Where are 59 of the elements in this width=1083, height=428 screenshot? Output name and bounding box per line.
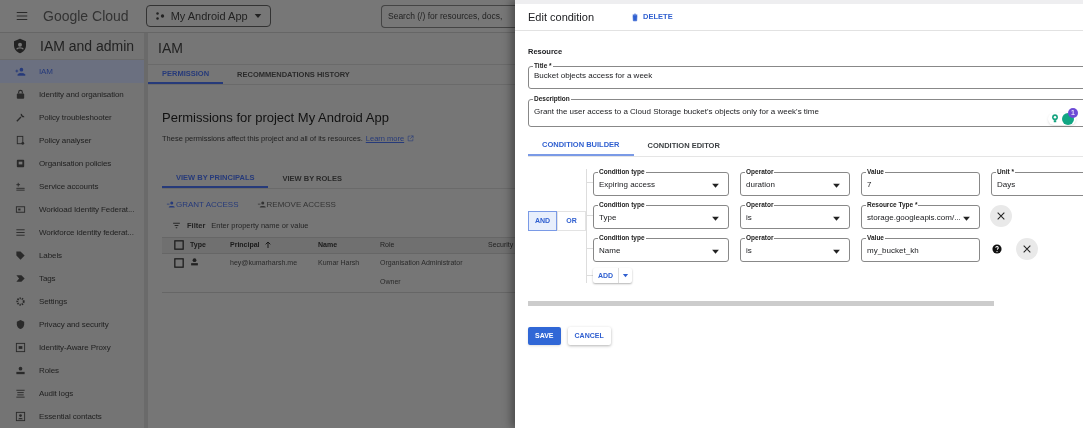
remove-button[interactable] bbox=[990, 204, 1012, 227]
sidebar-item[interactable]: Organisation policies bbox=[0, 152, 144, 175]
wrench-icon bbox=[15, 112, 26, 123]
search-field[interactable]: Search (/) for resources, docs, bbox=[381, 4, 515, 28]
sidebar-item[interactable]: Roles bbox=[0, 359, 144, 382]
checkbox-icon bbox=[174, 240, 184, 251]
sidebar-item[interactable]: Labels bbox=[0, 244, 144, 267]
sidebar-item[interactable]: Tags bbox=[0, 267, 144, 290]
page-title: IAM bbox=[158, 39, 183, 58]
chevron-tag-icon bbox=[15, 273, 26, 284]
list-icon bbox=[15, 227, 26, 238]
trash-icon bbox=[631, 12, 640, 22]
checkbox[interactable] bbox=[174, 257, 184, 268]
scrollbar[interactable] bbox=[528, 301, 994, 307]
lock-icon bbox=[15, 89, 26, 100]
card-icon bbox=[15, 204, 26, 215]
sidebar-item[interactable]: Essential contacts bbox=[0, 405, 144, 428]
close-icon bbox=[996, 210, 1006, 221]
close-icon bbox=[1022, 243, 1032, 254]
sidebar-item[interactable]: IAM bbox=[0, 60, 144, 83]
tag-icon bbox=[15, 250, 26, 261]
sidebar-item[interactable]: Policy troubleshooter bbox=[0, 106, 144, 129]
menu-icon bbox=[15, 9, 29, 23]
filter-icon bbox=[172, 221, 181, 231]
sort-arrow-icon bbox=[263, 241, 272, 250]
grant-access-button[interactable]: GRANT ACCESS bbox=[166, 198, 239, 211]
sidebar-item[interactable]: Identity-Aware Proxy bbox=[0, 336, 144, 359]
caret-icon bbox=[253, 12, 262, 20]
sidebar-item[interactable]: Service accounts bbox=[0, 175, 144, 198]
people-icon bbox=[15, 365, 26, 376]
square-icon bbox=[15, 158, 26, 169]
lines-icon bbox=[15, 388, 26, 399]
caret-icon bbox=[622, 272, 630, 280]
notification-badge: 1 bbox=[1068, 107, 1078, 118]
page-heading: Permissions for project My Android App bbox=[162, 109, 390, 127]
sidebar-title: IAM and admin bbox=[40, 36, 135, 56]
sidebar-item[interactable]: Identity and organisation bbox=[0, 83, 144, 106]
bulb-icon bbox=[1050, 113, 1060, 125]
sidebar-item[interactable]: Settings bbox=[0, 290, 144, 313]
person-add-icon bbox=[166, 200, 176, 210]
gear-icon bbox=[15, 296, 26, 307]
sidebar-item[interactable]: Workforce identity federat... bbox=[0, 221, 144, 244]
project-picker[interactable]: My Android App bbox=[145, 5, 271, 27]
person-add-icon bbox=[15, 66, 26, 77]
shield-icon bbox=[12, 37, 28, 55]
person-icon bbox=[190, 256, 199, 267]
sidebar-item[interactable]: Privacy and security bbox=[0, 313, 144, 336]
brand-logo[interactable]: Google Cloud bbox=[43, 5, 129, 27]
nodes-icon bbox=[154, 11, 165, 21]
sidebar-item[interactable]: Audit logs bbox=[0, 382, 144, 405]
panel-title: Edit condition bbox=[528, 9, 595, 25]
shield-icon bbox=[15, 319, 26, 330]
external-link-icon bbox=[407, 134, 415, 142]
sidebar-item[interactable]: Workload Identity Federat... bbox=[0, 198, 144, 221]
remove-button[interactable] bbox=[1016, 237, 1038, 260]
document-icon bbox=[15, 135, 26, 146]
contact-icon bbox=[15, 411, 26, 422]
sidebar-item[interactable]: Policy analyser bbox=[0, 129, 144, 152]
person-add-icon bbox=[256, 200, 267, 210]
